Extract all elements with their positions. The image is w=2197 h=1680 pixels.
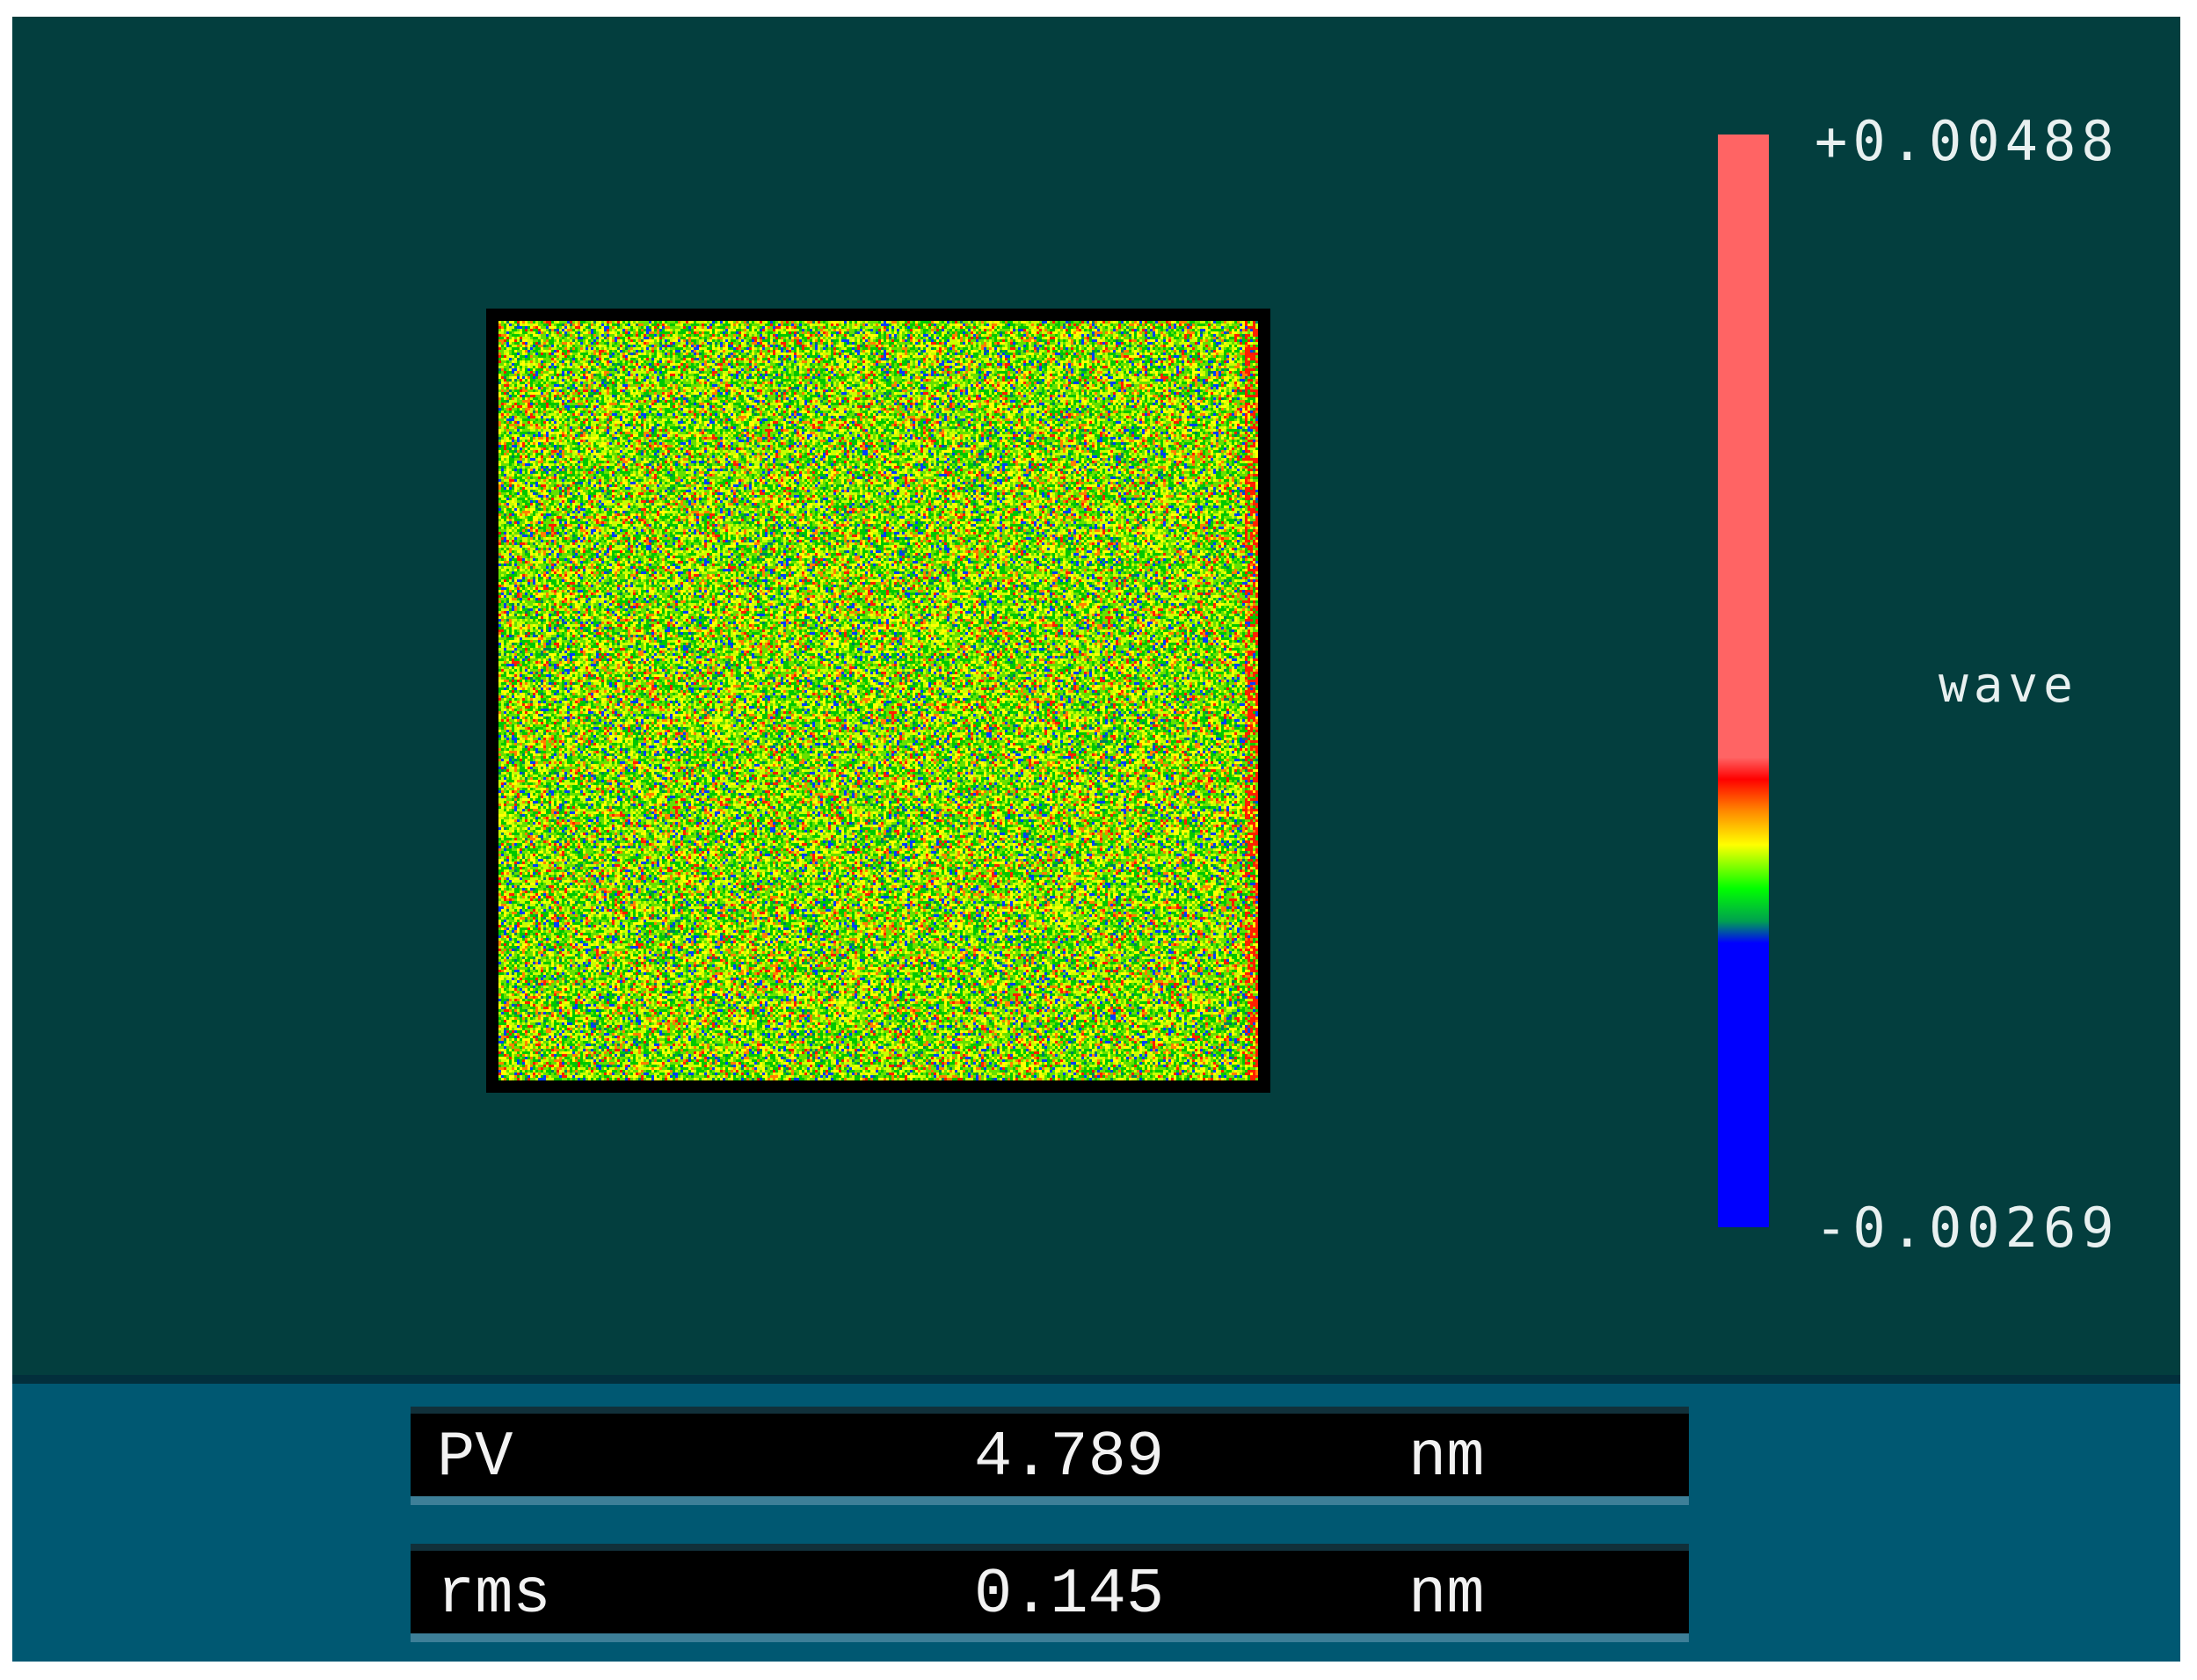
surface-map-frame xyxy=(486,309,1270,1093)
pv-unit: nm xyxy=(1408,1422,1485,1494)
pv-value: 4.789 xyxy=(974,1422,1165,1494)
color-scale-min: -0.00269 xyxy=(1815,1196,2120,1260)
rms-value: 0.145 xyxy=(974,1559,1165,1631)
rms-label: rms xyxy=(437,1559,551,1631)
rms-readout: rms 0.145 nm xyxy=(411,1544,1689,1642)
wavefront-surface-map xyxy=(498,321,1258,1080)
rms-unit: nm xyxy=(1408,1559,1485,1631)
color-scale-bar xyxy=(1718,135,1769,1227)
surface-map-panel xyxy=(12,17,2180,1375)
pv-readout: PV 4.789 nm xyxy=(411,1407,1689,1505)
color-scale-unit: wave xyxy=(1939,657,2078,714)
pv-label: PV xyxy=(437,1422,513,1494)
color-scale-max: +0.00488 xyxy=(1815,109,2120,173)
